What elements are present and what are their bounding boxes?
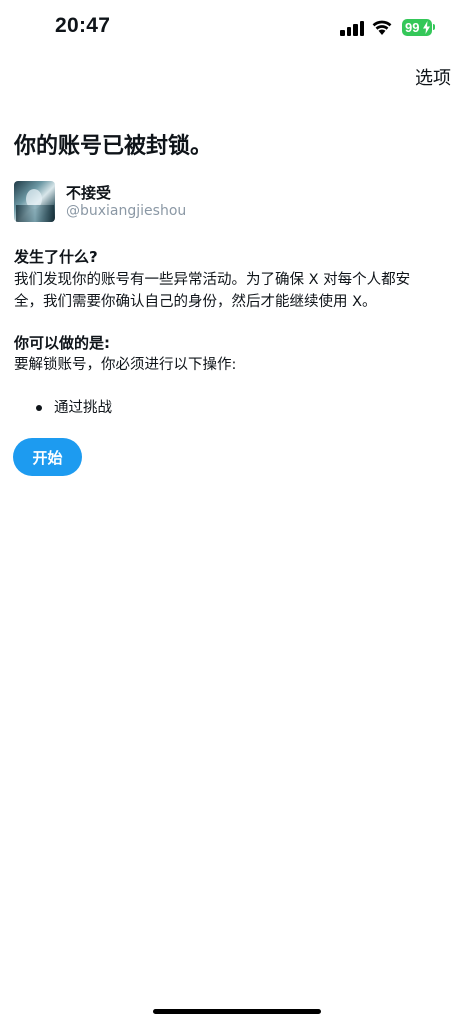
what-happened-heading: 发生了什么? [14, 248, 98, 266]
options-link[interactable]: 选项 [415, 64, 451, 90]
what-happened-text-line-1: 我们发现你的账号有一些异常活动。为了确保 X 对每个人都安 [14, 272, 411, 288]
status-time: 20:47 [55, 14, 111, 37]
what-you-can-do-heading: 你可以做的是: [14, 334, 110, 352]
wifi-icon [372, 20, 392, 35]
step-item: 通过挑战 [54, 400, 112, 416]
battery-level: 99 [405, 20, 420, 35]
account-display-name: 不接受 [66, 184, 112, 202]
battery-charging-icon: 99 [402, 19, 432, 36]
avatar [14, 181, 55, 222]
account-handle: @buxiangjieshou [66, 203, 187, 219]
status-bar: 20:47 99 [0, 0, 473, 58]
unlock-instructions: 要解锁账号，你必须进行以下操作: [14, 357, 237, 373]
home-indicator[interactable] [153, 1009, 321, 1014]
battery-cap [433, 24, 435, 30]
start-button[interactable]: 开始 [13, 438, 82, 476]
page-title: 你的账号已被封锁。 [14, 134, 213, 159]
bolt-icon [423, 21, 430, 34]
what-happened-text-line-2: 全，我们需要你确认自己的身份，然后才能继续使用 X。 [14, 294, 377, 310]
bullet-icon [36, 405, 42, 411]
screen: 20:47 99 选项 你的账号已被封锁。 不接受 @buxiangjiesho… [0, 0, 473, 1024]
cellular-signal-icon [340, 21, 365, 36]
